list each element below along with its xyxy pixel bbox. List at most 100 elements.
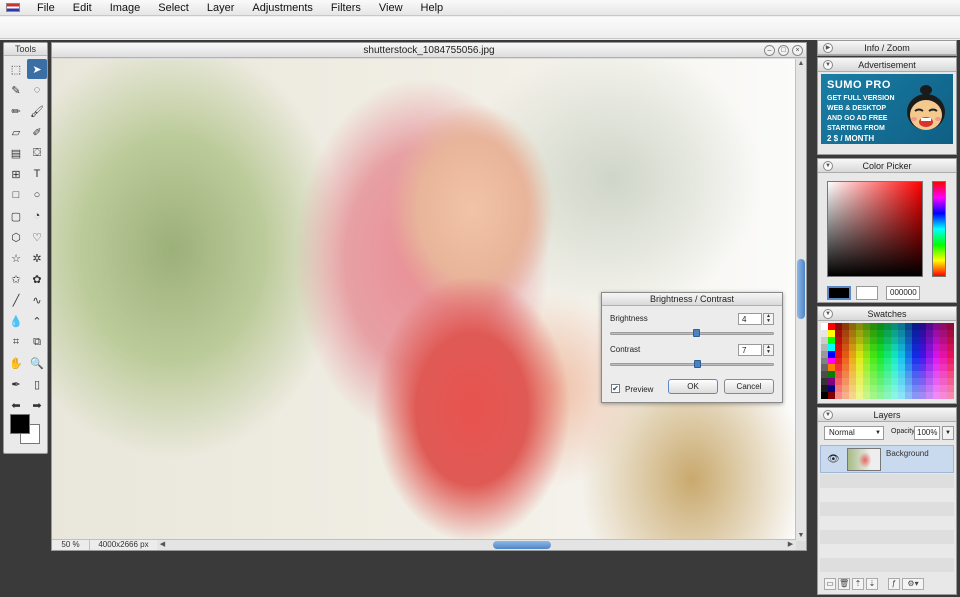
swatch-cell[interactable] xyxy=(919,329,926,337)
swatch-cell[interactable] xyxy=(884,350,891,358)
contrast-input[interactable]: 7 xyxy=(738,344,762,356)
swatch-cell[interactable] xyxy=(933,343,940,351)
swatch-cell[interactable] xyxy=(856,350,863,358)
swatch-cell[interactable] xyxy=(905,385,912,393)
swatch-cell[interactable] xyxy=(891,364,898,372)
swatch-cell[interactable] xyxy=(940,392,947,399)
swatch-cell[interactable] xyxy=(898,329,905,337)
expand-icon[interactable]: ▶ xyxy=(823,43,833,53)
eyedropper-icon[interactable]: ✒ xyxy=(6,374,26,394)
brightness-input[interactable]: 4 xyxy=(738,313,762,325)
swatch-cell[interactable] xyxy=(884,371,891,379)
layers-header[interactable]: ▼ Layers xyxy=(818,408,956,422)
swatch-cell[interactable] xyxy=(926,385,933,393)
language-flag-icon[interactable] xyxy=(6,3,20,12)
swatch-cell[interactable] xyxy=(940,378,947,386)
vertical-scroll-thumb[interactable] xyxy=(797,259,805,319)
swatch-cell[interactable] xyxy=(821,364,828,372)
swatch-cell[interactable] xyxy=(940,329,947,337)
swatch-cell[interactable] xyxy=(912,378,919,386)
zoom-level[interactable]: 50 % xyxy=(52,540,90,550)
collapse-icon[interactable]: ▼ xyxy=(823,410,833,420)
swatch-cell[interactable] xyxy=(835,343,842,351)
maximize-icon[interactable]: □ xyxy=(778,45,789,56)
swatch-cell[interactable] xyxy=(919,336,926,344)
swatch-cell[interactable] xyxy=(905,336,912,344)
swatch-cell[interactable] xyxy=(898,323,905,330)
collapse-icon[interactable]: ▼ xyxy=(823,161,833,171)
picker-foreground-swatch[interactable] xyxy=(827,286,851,300)
swatch-cell[interactable] xyxy=(926,371,933,379)
swatch-cell[interactable] xyxy=(933,385,940,393)
swatch-cell[interactable] xyxy=(926,357,933,365)
swatch-cell[interactable] xyxy=(905,343,912,351)
swatch-cell[interactable] xyxy=(933,350,940,358)
visibility-eye-icon[interactable]: 👁 xyxy=(827,454,840,465)
opacity-dropdown-icon[interactable]: ▼ xyxy=(942,426,954,440)
swatch-cell[interactable] xyxy=(912,357,919,365)
swatch-cell[interactable] xyxy=(926,323,933,330)
menu-layer[interactable]: Layer xyxy=(198,0,244,16)
swatch-cell[interactable] xyxy=(870,378,877,386)
lasso-icon[interactable]: ◌ xyxy=(27,80,47,100)
info-zoom-header[interactable]: ▶ Info / Zoom xyxy=(818,41,956,55)
swatch-cell[interactable] xyxy=(919,343,926,351)
swatch-cell[interactable] xyxy=(849,385,856,393)
swatch-cell[interactable] xyxy=(870,343,877,351)
swatch-cell[interactable] xyxy=(842,378,849,386)
swatch-cell[interactable] xyxy=(919,350,926,358)
swatch-cell[interactable] xyxy=(919,392,926,399)
ellipse-shape-icon[interactable]: ○ xyxy=(27,185,47,205)
swatch-cell[interactable] xyxy=(891,378,898,386)
swatch-cell[interactable] xyxy=(884,323,891,330)
foreground-color-swatch[interactable] xyxy=(10,414,30,434)
color-picker-header[interactable]: ▼ Color Picker xyxy=(818,159,956,173)
advertisement-header[interactable]: ▼ Advertisement xyxy=(818,58,956,72)
swatch-cell[interactable] xyxy=(940,371,947,379)
swatch-cell[interactable] xyxy=(877,357,884,365)
swatch-cell[interactable] xyxy=(947,357,954,365)
swatch-cell[interactable] xyxy=(863,392,870,399)
swatch-cell[interactable] xyxy=(870,364,877,372)
swatch-cell[interactable] xyxy=(926,329,933,337)
layer-settings-gear-icon[interactable]: ⚙▾ xyxy=(902,578,924,590)
new-layer-icon[interactable]: ▭ xyxy=(824,578,836,590)
swatch-cell[interactable] xyxy=(863,329,870,337)
swatch-cell[interactable] xyxy=(863,371,870,379)
curve-tool-icon[interactable]: ∿ xyxy=(27,290,47,310)
menu-help[interactable]: Help xyxy=(412,0,453,16)
swatch-cell[interactable] xyxy=(849,343,856,351)
swatch-cell[interactable] xyxy=(884,364,891,372)
swatch-cell[interactable] xyxy=(891,357,898,365)
swatch-cell[interactable] xyxy=(870,371,877,379)
swatch-cell[interactable] xyxy=(842,343,849,351)
swatch-cell[interactable] xyxy=(926,336,933,344)
swatch-cell[interactable] xyxy=(821,357,828,365)
swatch-cell[interactable] xyxy=(898,350,905,358)
swatch-cell[interactable] xyxy=(849,392,856,399)
move-layer-up-icon[interactable]: ⇡ xyxy=(852,578,864,590)
swatch-cell[interactable] xyxy=(821,378,828,386)
swatch-cell[interactable] xyxy=(947,364,954,372)
collapse-icon[interactable]: ▼ xyxy=(823,60,833,70)
sharpen-icon[interactable]: ⌃ xyxy=(27,311,47,331)
swatch-cell[interactable] xyxy=(835,364,842,372)
swatch-cell[interactable] xyxy=(905,378,912,386)
swatch-cell[interactable] xyxy=(849,336,856,344)
swatch-cell[interactable] xyxy=(940,364,947,372)
swatch-cell[interactable] xyxy=(835,350,842,358)
swatch-cell[interactable] xyxy=(877,350,884,358)
swatch-cell[interactable] xyxy=(933,392,940,399)
swatch-cell[interactable] xyxy=(933,323,940,330)
swatch-cell[interactable] xyxy=(940,385,947,393)
swatch-cell[interactable] xyxy=(821,329,828,337)
swatch-cell[interactable] xyxy=(863,350,870,358)
swatch-cell[interactable] xyxy=(821,392,828,399)
swatch-cell[interactable] xyxy=(835,323,842,330)
swatch-cell[interactable] xyxy=(835,378,842,386)
swatch-cell[interactable] xyxy=(912,323,919,330)
scroll-up-icon[interactable]: ▲ xyxy=(797,60,805,68)
swatch-cell[interactable] xyxy=(842,329,849,337)
swatch-cell[interactable] xyxy=(905,371,912,379)
layer-style-icon[interactable]: ƒ xyxy=(888,578,900,590)
